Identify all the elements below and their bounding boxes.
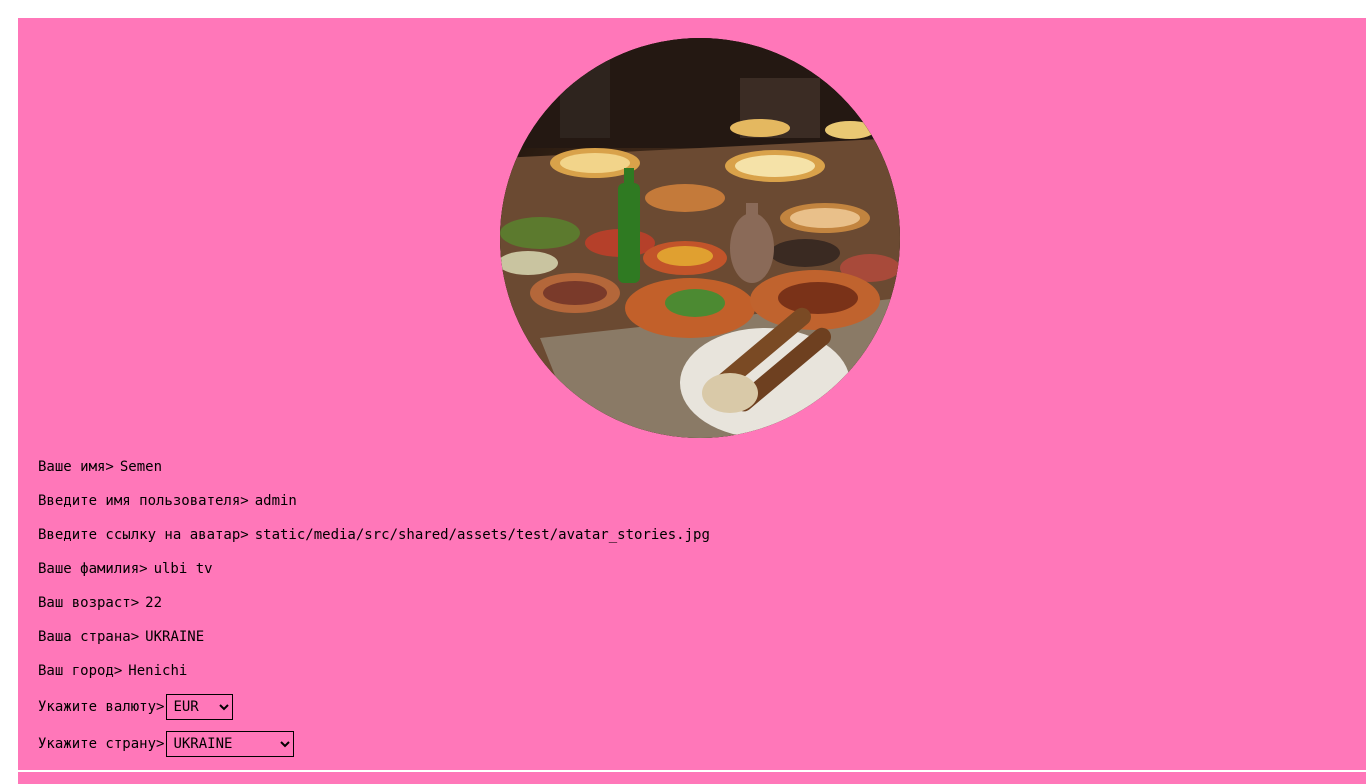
field-username: Введите имя пользователя> admin <box>38 484 710 518</box>
avatar <box>500 38 900 438</box>
country-select[interactable]: UKRAINE <box>166 730 295 757</box>
country-label: Укажите страну> <box>38 735 165 752</box>
field-value[interactable]: static/media/src/shared/assets/test/avat… <box>255 527 710 543</box>
profile-form: Ваше имя> Semen Введите имя пользователя>… <box>38 450 710 762</box>
currency-label: Укажите валюту> <box>38 698 165 715</box>
field-label: Введите имя пользователя> <box>38 493 249 509</box>
field-age: Ваш возраст> 22 <box>38 586 710 620</box>
food-table-photo-icon <box>500 38 900 438</box>
field-city: Ваш город> Henichi <box>38 654 710 688</box>
field-value[interactable]: 22 <box>145 595 162 611</box>
field-country-select: Укажите страну> UKRAINE <box>38 725 710 762</box>
field-label: Ваш город> <box>38 663 123 679</box>
field-value[interactable]: UKRAINE <box>145 629 204 645</box>
field-label: Введите ссылку на аватар> <box>38 527 249 543</box>
field-value[interactable]: ulbi tv <box>154 561 213 577</box>
field-value[interactable]: admin <box>255 493 297 509</box>
field-country: Ваша страна> UKRAINE <box>38 620 710 654</box>
field-label: Ваша страна> <box>38 629 140 645</box>
profile-card: Ваше имя> Semen Введите имя пользователя>… <box>18 18 1366 770</box>
field-last-name: Ваше фамилия> ulbi tv <box>38 552 710 586</box>
currency-select[interactable]: EUR <box>166 693 234 720</box>
field-label: Ваш возраст> <box>38 595 140 611</box>
next-card-edge <box>18 772 1366 784</box>
field-label: Ваше имя> <box>38 459 114 475</box>
field-label: Ваше фамилия> <box>38 561 148 577</box>
field-value[interactable]: Henichi <box>128 663 187 679</box>
field-avatar-link: Введите ссылку на аватар> static/media/sr… <box>38 518 710 552</box>
field-currency: Укажите валюту> EUR <box>38 688 710 725</box>
field-value[interactable]: Semen <box>120 459 162 475</box>
field-first-name: Ваше имя> Semen <box>38 450 710 484</box>
